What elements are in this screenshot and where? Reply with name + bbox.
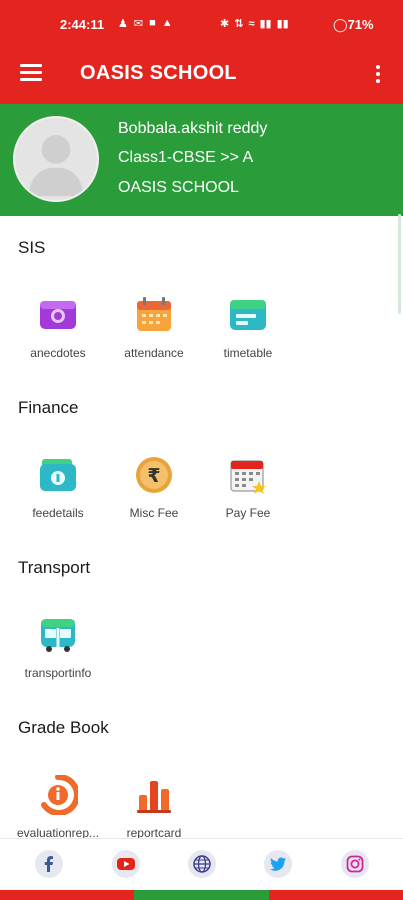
scrollbar xyxy=(398,214,401,314)
calendar-icon xyxy=(137,297,171,331)
wifi-icon: ≈ xyxy=(248,17,255,30)
battery-level: ◯71% xyxy=(333,17,374,32)
calendar-star-icon xyxy=(230,460,266,494)
section-title-finance: Finance xyxy=(18,398,79,417)
twitter-icon[interactable] xyxy=(264,850,292,878)
tile-timetable[interactable]: timetable xyxy=(198,295,298,360)
bottom-strip-green xyxy=(134,890,269,900)
avatar-placeholder-icon xyxy=(28,135,84,197)
message-icon: ✉ xyxy=(133,18,144,30)
tile-feedetails[interactable]: feedetails xyxy=(8,455,108,520)
rupee-coin-icon: ₹ xyxy=(136,457,172,493)
app-bar: OASIS SCHOOL xyxy=(0,44,403,104)
camera-icon xyxy=(40,301,76,329)
tile-label: attendance xyxy=(124,346,184,360)
tile-label: Pay Fee xyxy=(225,506,271,520)
tile-reportcard[interactable]: reportcard xyxy=(104,775,204,840)
bottom-strip-red-right xyxy=(269,890,403,900)
tile-attendance[interactable]: attendance xyxy=(104,295,204,360)
tile-label: feedetails xyxy=(32,506,84,520)
timetable-icon xyxy=(230,300,266,330)
tile-anecdotes[interactable]: anecdotes xyxy=(8,295,108,360)
facebook-icon[interactable] xyxy=(35,850,63,878)
section-title-sis: SIS xyxy=(18,238,46,257)
hamburger-menu-icon[interactable] xyxy=(20,64,42,82)
avatar xyxy=(13,116,99,202)
app-root: 2:44:11 ♟ ✉ ■ ▲ ✱ ⇅ ≈ ▮▮ ▮▮ ◯71% OASIS S… xyxy=(0,0,403,900)
tile-label: anecdotes xyxy=(30,346,86,360)
evaluation-icon xyxy=(41,775,78,815)
section-title-transport: Transport xyxy=(18,558,91,577)
wallet-icon xyxy=(40,459,76,491)
bluetooth-icon: ✱ xyxy=(220,18,230,30)
app-icon: ▲ xyxy=(161,17,173,29)
profile-card[interactable]: Bobbala.akshit reddy Class1-CBSE >> A OA… xyxy=(0,104,403,314)
instagram-icon[interactable] xyxy=(341,850,369,878)
signal-icons: ✱ ⇅ ≈ ▮▮ ▮▮ xyxy=(220,17,289,31)
bus-icon xyxy=(41,619,75,652)
shield-icon: ■ xyxy=(149,17,156,29)
tile-label: transportinfo xyxy=(24,666,92,680)
status-bar: 2:44:11 ♟ ✉ ■ ▲ ✱ ⇅ ≈ ▮▮ ▮▮ ◯71% xyxy=(0,0,403,44)
bottom-strip-red-left xyxy=(0,890,134,900)
app-title: OASIS SCHOOL xyxy=(80,62,237,84)
bottom-social-nav xyxy=(0,838,403,890)
bar-chart-icon xyxy=(137,781,171,813)
person-icon: ♟ xyxy=(118,18,128,30)
youtube-icon[interactable] xyxy=(112,850,140,878)
battery-text: 71% xyxy=(347,17,374,32)
school-name: OASIS SCHOOL xyxy=(118,179,239,196)
tile-pay-fee[interactable]: Pay Fee xyxy=(198,455,298,520)
network-speed-icon: ⇅ xyxy=(234,18,244,30)
student-name: Bobbala.akshit reddy xyxy=(118,120,268,137)
tile-evaluationreport[interactable]: evaluationrep... xyxy=(8,775,108,840)
section-title-grade-book: Grade Book xyxy=(18,718,109,737)
notification-icons: ♟ ✉ ■ ▲ xyxy=(118,17,173,30)
signal-icon: ▮▮ xyxy=(259,18,272,30)
tile-label: Misc Fee xyxy=(129,506,179,520)
svg-text:₹: ₹ xyxy=(147,465,160,487)
tile-transportinfo[interactable]: transportinfo xyxy=(8,615,108,680)
globe-icon[interactable] xyxy=(188,850,216,878)
signal-icon-2: ▮▮ xyxy=(276,18,289,30)
student-class: Class1-CBSE >> A xyxy=(118,149,254,166)
tile-label: timetable xyxy=(223,346,273,360)
tile-misc-fee[interactable]: ₹ Misc Fee xyxy=(104,455,204,520)
more-options-icon[interactable] xyxy=(370,63,386,85)
status-time: 2:44:11 xyxy=(60,17,105,32)
